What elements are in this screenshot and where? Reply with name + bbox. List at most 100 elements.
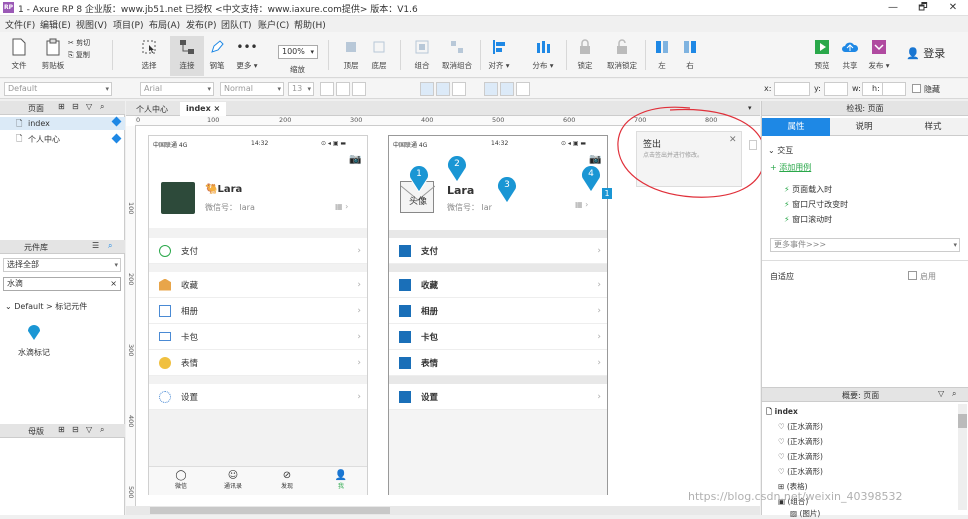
droplet-marker-icon[interactable] — [27, 322, 41, 340]
scrollbar-thumb[interactable] — [958, 414, 967, 428]
menu-row-stickers[interactable]: 表情 › — [389, 350, 607, 376]
menu-project[interactable]: 项目(P) — [113, 18, 143, 31]
close-icon[interactable]: × — [214, 104, 221, 113]
outline-root[interactable]: 🗋 index — [766, 406, 798, 419]
outline-scrollbar[interactable] — [958, 404, 967, 510]
clipboard-button[interactable]: 剪贴板 — [36, 36, 70, 76]
filter-icon[interactable]: ▽ — [86, 102, 92, 111]
bold-button[interactable] — [320, 82, 334, 96]
menu-account[interactable]: 账户(C) — [258, 18, 289, 31]
filter-icon[interactable]: ▽ — [86, 425, 92, 434]
font-select[interactable]: Arial — [140, 82, 214, 96]
menu-edit[interactable]: 编辑(E) — [40, 18, 71, 31]
scrollbar-thumb[interactable] — [150, 507, 390, 514]
minimize-button[interactable]: — — [878, 0, 908, 16]
more-button[interactable]: ••• 更多 ▾ — [230, 36, 264, 76]
publish-button[interactable]: 发布 ▾ — [862, 36, 896, 76]
menu-help[interactable]: 帮助(H) — [294, 18, 326, 31]
hide-checkbox[interactable] — [912, 84, 921, 93]
align-left-text-button[interactable] — [420, 82, 434, 96]
menu-row-cards[interactable]: 卡包 › — [389, 324, 607, 350]
select-button[interactable]: 选择 — [132, 36, 166, 76]
droplet-marker-4[interactable]: 4 — [581, 165, 601, 193]
lock-button[interactable]: 锁定 — [568, 36, 602, 76]
close-icon[interactable]: × — [110, 278, 117, 290]
library-group[interactable]: ⌄ Default > 标记元件 — [5, 301, 87, 312]
connect-button[interactable]: 连接 — [170, 36, 204, 76]
outline-item[interactable]: ▨ (图片) — [790, 508, 820, 519]
align-right-text-button[interactable] — [452, 82, 466, 96]
align-button[interactable]: 对齐 ▾ — [482, 36, 516, 76]
add-master-icon[interactable]: ⊞ — [58, 425, 65, 434]
menu-row-cards[interactable]: 卡包 › — [149, 324, 367, 350]
phone-mockup-design[interactable]: 中国联通 4G 14:32 ⊙ ◂ ▣ ▬ 📷 🐫Lara 微信号： lara … — [148, 135, 368, 495]
close-window-button[interactable]: ✕ — [938, 0, 968, 16]
add-case-link[interactable]: + 添加用例 — [770, 162, 811, 173]
droplet-marker-3[interactable]: 3 — [497, 176, 517, 204]
search-icon[interactable]: ⌕ — [952, 389, 956, 399]
event-window-scroll[interactable]: ⚡ 窗口滚动时 — [784, 214, 832, 225]
underline-button[interactable] — [352, 82, 366, 96]
menu-row-settings[interactable]: 设置 › — [149, 384, 367, 410]
align-right-button[interactable]: 右 — [673, 36, 707, 76]
qrcode-icon[interactable]: ▦ › — [575, 200, 588, 209]
library-select[interactable]: 选择全部 — [3, 258, 121, 272]
ungroup-button[interactable]: 取消组合 — [440, 36, 474, 76]
outline-item[interactable]: ♡ (正水滴形) — [778, 466, 823, 477]
valign-top-button[interactable] — [484, 82, 498, 96]
menu-row-pay[interactable]: 支付 › — [389, 238, 607, 264]
outline-item[interactable]: ♡ (正水滴形) — [778, 421, 823, 432]
page-item-profile[interactable]: 🗋 个人中心 — [0, 132, 125, 145]
login-button[interactable]: 👤 登录 — [906, 45, 945, 61]
copy-button[interactable]: ⎘ 复制 — [68, 50, 90, 60]
camera-icon[interactable]: 📷 — [349, 154, 361, 165]
add-folder-icon[interactable]: ⊟ — [72, 425, 79, 434]
qrcode-icon[interactable]: ▦ › — [335, 202, 348, 211]
menu-row-favorites[interactable]: 收藏 › — [389, 272, 607, 298]
italic-button[interactable] — [336, 82, 350, 96]
menu-team[interactable]: 团队(T) — [221, 18, 252, 31]
menu-view[interactable]: 视图(V) — [76, 18, 107, 31]
add-page-icon[interactable]: ⊞ — [58, 102, 65, 111]
nav-me[interactable]: 👤 我 — [329, 470, 353, 490]
menu-row-pay[interactable]: 支付 › — [149, 238, 367, 264]
interaction-section[interactable]: ⌄ 交互 — [768, 145, 793, 156]
camera-icon[interactable]: 📷 — [589, 154, 601, 165]
menu-row-album[interactable]: 相册 › — [149, 298, 367, 324]
nav-discover[interactable]: ⊘ 发现 — [275, 470, 299, 490]
font-size-select[interactable]: 13 — [288, 82, 314, 96]
maximize-button[interactable]: 🗗 — [908, 0, 938, 16]
menu-layout[interactable]: 布局(A) — [149, 18, 180, 31]
x-input[interactable] — [774, 82, 810, 96]
page-item-index[interactable]: 🗋 index — [0, 116, 125, 130]
filter-icon[interactable]: ▽ — [938, 389, 944, 398]
more-events-select[interactable]: 更多事件>>> — [770, 238, 960, 252]
event-window-resize[interactable]: ⚡ 窗口尺寸改变时 — [784, 199, 848, 210]
droplet-marker-2[interactable]: 2 — [447, 155, 467, 183]
add-folder-icon[interactable]: ⊟ — [72, 102, 79, 111]
font-weight-select[interactable]: Normal — [220, 82, 284, 96]
unlock-button[interactable]: 取消锁定 — [605, 36, 639, 76]
menu-icon[interactable]: ☰ — [92, 241, 99, 250]
align-center-text-button[interactable] — [436, 82, 450, 96]
menu-row-settings[interactable]: 设置 › — [389, 384, 607, 410]
nav-contacts[interactable]: ☺ 通讯录 — [221, 470, 245, 490]
search-icon[interactable]: ⌕ — [100, 425, 104, 435]
outline-item[interactable]: ♡ (正水滴形) — [778, 451, 823, 462]
tab-index[interactable]: index × — [180, 102, 227, 116]
menu-file[interactable]: 文件(F) — [5, 18, 35, 31]
valign-bottom-button[interactable] — [516, 82, 530, 96]
group-button[interactable]: 组合 — [405, 36, 439, 76]
tab-notes[interactable]: 说明 — [830, 118, 898, 136]
search-icon[interactable]: ⌕ — [108, 241, 112, 251]
tab-style[interactable]: 样式 — [898, 118, 968, 136]
outline-item[interactable]: ♡ (正水滴形) — [778, 436, 823, 447]
pen-button[interactable]: 钢笔 — [200, 36, 234, 76]
adaptive-checkbox[interactable] — [908, 271, 917, 280]
tab-profile[interactable]: 个人中心 — [130, 102, 174, 116]
menu-publish[interactable]: 发布(P) — [186, 18, 216, 31]
tab-properties[interactable]: 属性 — [762, 118, 830, 136]
zoom-select[interactable]: 100% ▾ — [278, 45, 318, 59]
style-select[interactable]: Default — [4, 82, 112, 96]
scrollbar-thumb[interactable] — [749, 140, 757, 150]
